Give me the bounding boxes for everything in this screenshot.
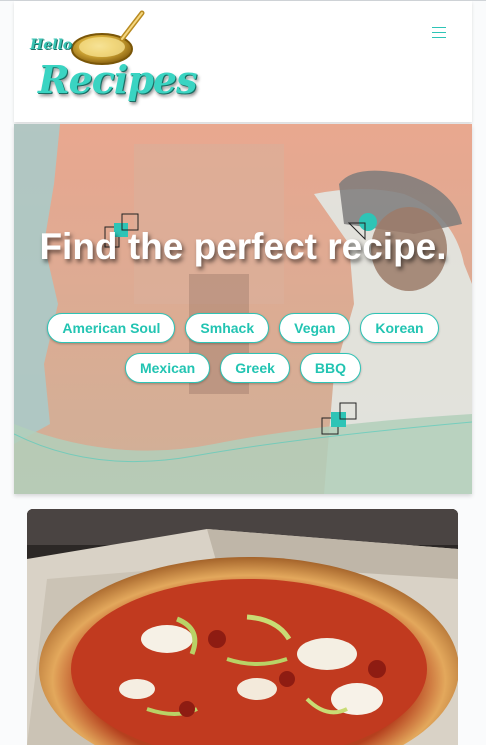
hero-banner: Find the perfect recipe. American Soul S… [14, 124, 472, 494]
tag-bbq[interactable]: BBQ [299, 353, 362, 383]
tag-korean[interactable]: Korean [360, 313, 439, 343]
hero-photo [14, 124, 472, 494]
tag-greek[interactable]: Greek [220, 353, 290, 383]
tag-mexican[interactable]: Mexican [124, 353, 211, 383]
tag-vegan[interactable]: Vegan [279, 313, 351, 343]
recipe-card-image[interactable] [27, 509, 458, 745]
tag-smhack[interactable]: Smhack [185, 313, 270, 343]
squares-decoration-icon-bottom [321, 402, 357, 435]
hero-title: Find the perfect recipe. [39, 226, 447, 267]
category-tags: American Soul Smhack Vegan Korean Mexica… [34, 313, 452, 383]
logo-small-text: Hello [30, 37, 73, 53]
logo-main-text: Recipes [38, 57, 197, 102]
site-logo[interactable]: Hello Recipes [24, 9, 197, 113]
tag-american-soul[interactable]: American Soul [47, 313, 176, 343]
site-header: Hello Recipes [14, 1, 472, 122]
pizza-photo [27, 509, 458, 745]
hamburger-icon[interactable] [430, 23, 448, 41]
